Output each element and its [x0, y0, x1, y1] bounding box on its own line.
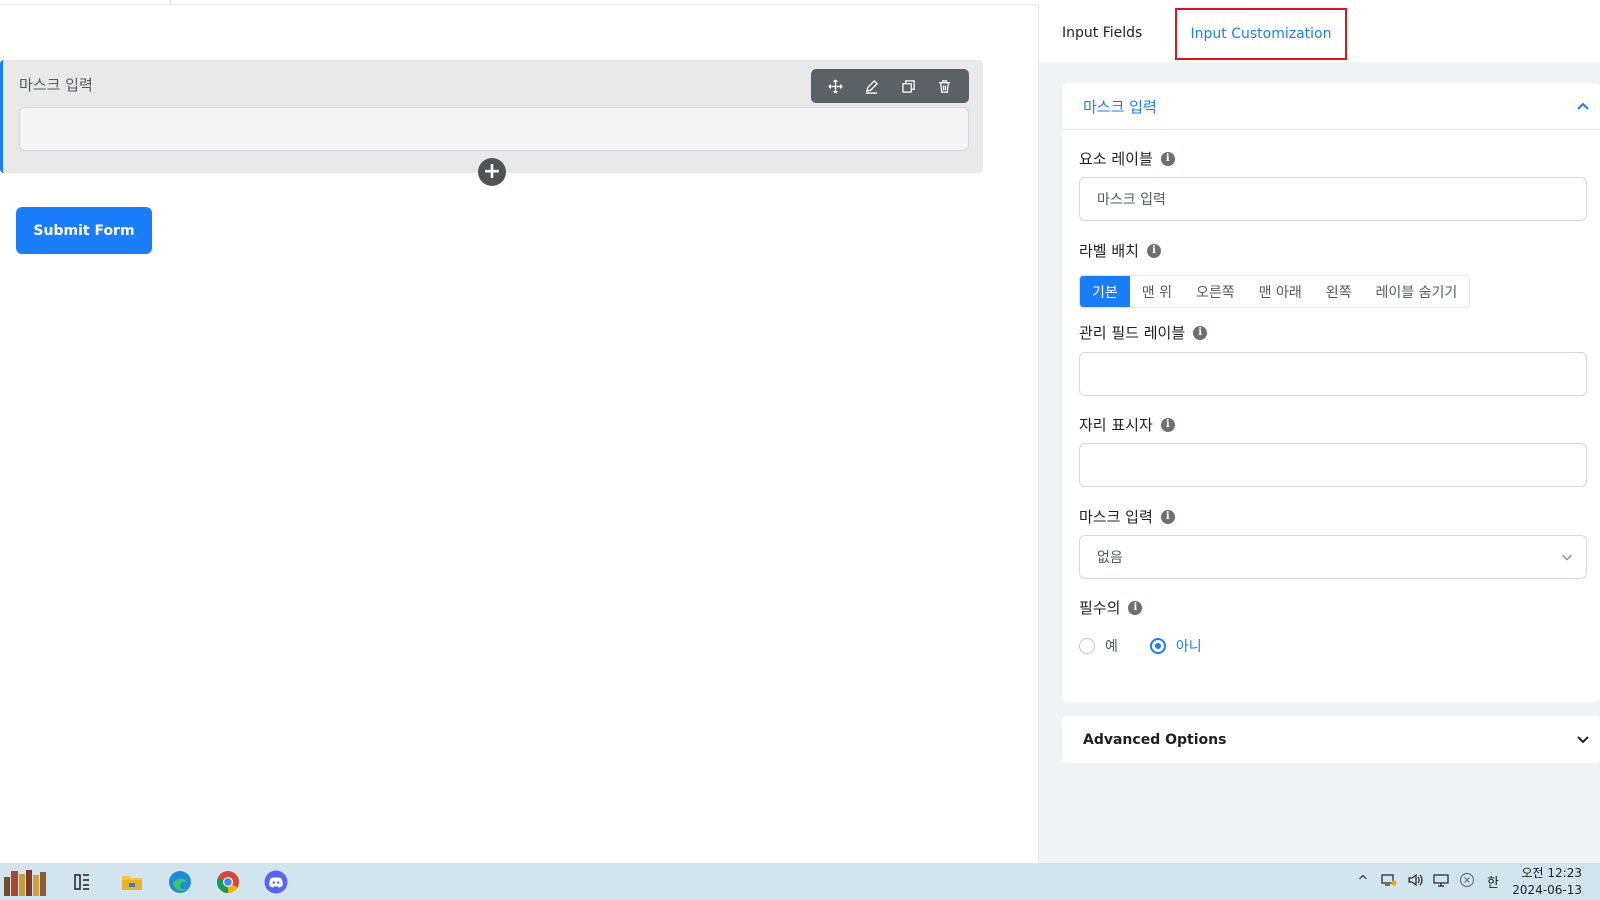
admin-label-input[interactable]: [1079, 352, 1587, 396]
move-icon[interactable]: [820, 72, 850, 100]
admin-label-text: 관리 필드 레이블: [1079, 324, 1186, 342]
label-placement-heading: 라벨 배치 i: [1079, 240, 1161, 261]
plus-icon: +: [482, 159, 502, 184]
mask-input-text: 마스크 입력: [1079, 508, 1153, 526]
element-label-text: 요소 레이블: [1079, 150, 1153, 168]
display-icon[interactable]: [1432, 873, 1450, 891]
delete-icon[interactable]: [930, 72, 960, 100]
admin-label-heading: 관리 필드 레이블 i: [1079, 322, 1208, 343]
task-view-icon[interactable]: [68, 868, 96, 896]
mask-input-preview[interactable]: [19, 107, 969, 151]
label-placement-segmented: 기본 맨 위 오른쪽 맨 아래 왼쪽 레이블 숨기기: [1079, 275, 1471, 308]
chevron-down-icon: [1562, 554, 1572, 561]
section-title: 마스크 입력: [1083, 97, 1157, 116]
field-toolbar: [811, 69, 969, 103]
ime-indicator[interactable]: 한: [1484, 872, 1502, 891]
mask-input-heading: 마스크 입력 i: [1079, 506, 1175, 527]
submit-form-button[interactable]: Submit Form: [16, 207, 152, 254]
settings-panel: Input Fields Input Customization 마스크 입력 …: [1038, 5, 1600, 863]
tray-overflow-icon[interactable]: ^: [1354, 874, 1372, 889]
placeholder-input[interactable]: [1079, 443, 1587, 487]
radio-no-label[interactable]: 아니: [1176, 636, 1202, 656]
section-header[interactable]: 마스크 입력: [1062, 83, 1600, 130]
info-icon[interactable]: i: [1160, 417, 1175, 432]
volume-icon[interactable]: [1406, 873, 1424, 891]
chrome-icon[interactable]: [214, 868, 242, 896]
panel-tabs: Input Fields Input Customization: [1039, 5, 1600, 62]
clock-date: 2024-06-13: [1512, 882, 1582, 897]
advanced-options-header[interactable]: Advanced Options: [1062, 716, 1600, 763]
start-books-icon[interactable]: [2, 868, 58, 896]
edit-icon[interactable]: [857, 72, 887, 100]
field-label: 마스크 입력: [19, 76, 93, 94]
network-warning-icon[interactable]: [1380, 873, 1398, 891]
mask-select[interactable]: 없음: [1079, 535, 1587, 579]
info-icon[interactable]: i: [1193, 325, 1208, 340]
mask-select-value: 없음: [1097, 550, 1123, 566]
info-icon[interactable]: i: [1146, 243, 1161, 258]
edge-icon[interactable]: [166, 868, 194, 896]
clock[interactable]: 오전 12:23 2024-06-13: [1510, 865, 1600, 899]
clock-time: 오전 12:23: [1521, 865, 1582, 880]
mask-input-field-block[interactable]: 마스크 입력: [0, 60, 983, 173]
info-icon[interactable]: i: [1160, 509, 1175, 524]
element-label-heading: 요소 레이블 i: [1079, 148, 1175, 169]
close-circle-icon[interactable]: [1458, 872, 1476, 892]
placement-option-top[interactable]: 맨 위: [1130, 276, 1184, 307]
add-field-button[interactable]: +: [478, 158, 506, 186]
discord-icon[interactable]: [262, 868, 290, 896]
label-placement-text: 라벨 배치: [1079, 242, 1139, 260]
placement-option-bottom[interactable]: 맨 아래: [1247, 276, 1314, 307]
placement-option-left[interactable]: 왼쪽: [1314, 276, 1364, 307]
info-icon[interactable]: i: [1160, 151, 1175, 166]
required-radio-group: 예 아니: [1079, 636, 1224, 656]
required-heading: 필수의 i: [1079, 597, 1143, 618]
file-explorer-icon[interactable]: [118, 868, 146, 896]
advanced-options-label: Advanced Options: [1083, 731, 1227, 748]
system-tray: ^ 한 오전 12:23 2024-06-13: [1354, 863, 1600, 900]
placement-option-hide[interactable]: 레이블 숨기기: [1363, 276, 1469, 307]
placeholder-text: 자리 표시자: [1079, 416, 1153, 434]
taskbar: ^ 한 오전 12:23 2024-06-13: [0, 863, 1600, 900]
form-editor: 마스크 입력 + Submit Form: [0, 5, 1038, 863]
radio-yes[interactable]: [1079, 638, 1095, 654]
radio-no[interactable]: [1149, 638, 1166, 654]
chevron-down-icon[interactable]: [1575, 731, 1591, 747]
placement-option-default[interactable]: 기본: [1080, 276, 1130, 307]
customization-card: 마스크 입력 요소 레이블 i 마스크 입력 라벨 배치 i 기본 맨 위 오른…: [1062, 83, 1600, 702]
element-label-input[interactable]: 마스크 입력: [1079, 177, 1587, 221]
placement-option-right[interactable]: 오른쪽: [1184, 276, 1247, 307]
required-text: 필수의: [1079, 599, 1121, 617]
tab-input-customization[interactable]: Input Customization: [1175, 8, 1347, 60]
duplicate-icon[interactable]: [893, 72, 923, 100]
radio-yes-label[interactable]: 예: [1105, 636, 1118, 656]
info-icon[interactable]: i: [1128, 600, 1143, 615]
chevron-up-icon[interactable]: [1575, 98, 1591, 114]
tab-input-fields[interactable]: Input Fields: [1062, 5, 1142, 60]
placeholder-heading: 자리 표시자 i: [1079, 414, 1175, 435]
